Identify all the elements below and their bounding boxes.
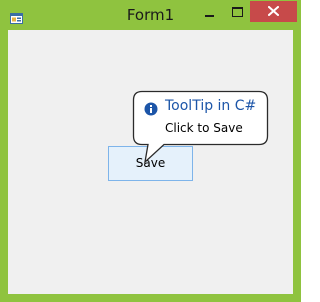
close-button[interactable] (250, 1, 297, 22)
title-bar[interactable]: Form1 (0, 0, 301, 30)
tooltip-text: Click to Save (165, 121, 243, 135)
minimize-icon (205, 15, 214, 17)
close-icon (268, 6, 279, 16)
maximize-button[interactable] (224, 1, 250, 22)
maximize-icon (232, 7, 243, 17)
tooltip-title: ToolTip in C# (165, 98, 257, 114)
tooltip-balloon: ToolTip in C# Click to Save (132, 90, 269, 164)
info-icon (144, 101, 158, 116)
form-window: Form1 Save ToolTip in C# Click to Save (0, 0, 301, 302)
minimize-button[interactable] (196, 1, 223, 22)
form-icon[interactable] (10, 9, 23, 24)
